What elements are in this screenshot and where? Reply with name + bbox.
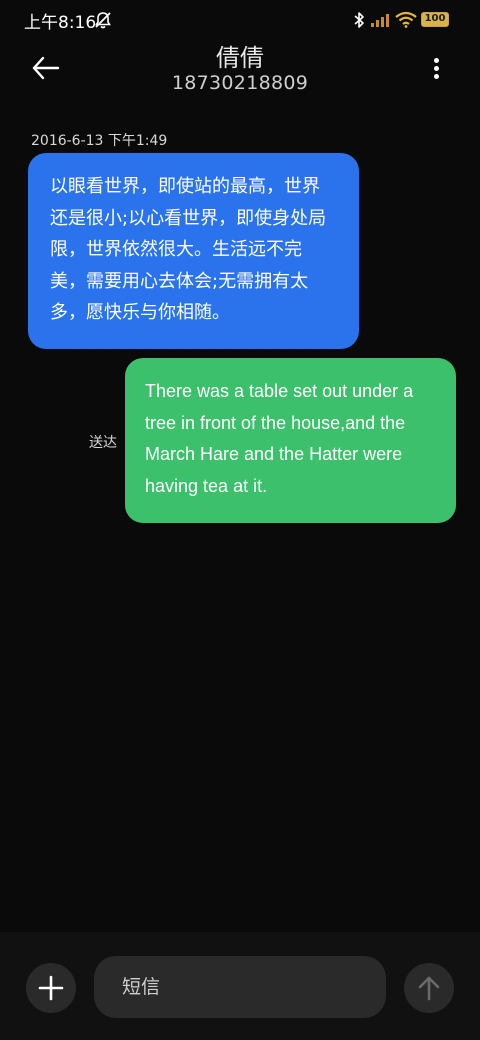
more-options-icon[interactable] bbox=[426, 54, 446, 82]
mute-icon bbox=[95, 12, 111, 29]
plus-icon bbox=[38, 975, 64, 1001]
incoming-message-bubble[interactable]: 以眼看世界，即使站的最高，世界还是很小;以心看世界，即使身处局限，世界依然很大。… bbox=[28, 153, 359, 349]
battery-icon: 100 bbox=[421, 12, 449, 27]
contact-name: 倩倩 bbox=[216, 44, 264, 72]
arrow-up-icon bbox=[418, 976, 440, 1001]
delivery-status: 送达 bbox=[89, 435, 117, 451]
sms-conversation-screen: 上午8:16 100 倩倩 18730218809 2016-6-13 下午1:… bbox=[0, 0, 480, 1040]
add-attachment-button[interactable] bbox=[26, 963, 76, 1013]
contact-phone: 18730218809 bbox=[171, 72, 309, 94]
status-bar: 上午8:16 100 bbox=[0, 0, 480, 40]
wifi-icon bbox=[395, 11, 417, 28]
send-button[interactable] bbox=[404, 963, 454, 1013]
status-time: 上午8:16 bbox=[24, 13, 97, 33]
battery-level: 100 bbox=[424, 13, 446, 24]
outgoing-message-bubble[interactable]: There was a table set out under a tree i… bbox=[125, 358, 456, 523]
bluetooth-icon bbox=[354, 12, 364, 28]
message-input[interactable] bbox=[94, 956, 386, 1018]
signal-icon bbox=[371, 14, 389, 27]
message-timestamp: 2016-6-13 下午1:49 bbox=[31, 133, 168, 149]
